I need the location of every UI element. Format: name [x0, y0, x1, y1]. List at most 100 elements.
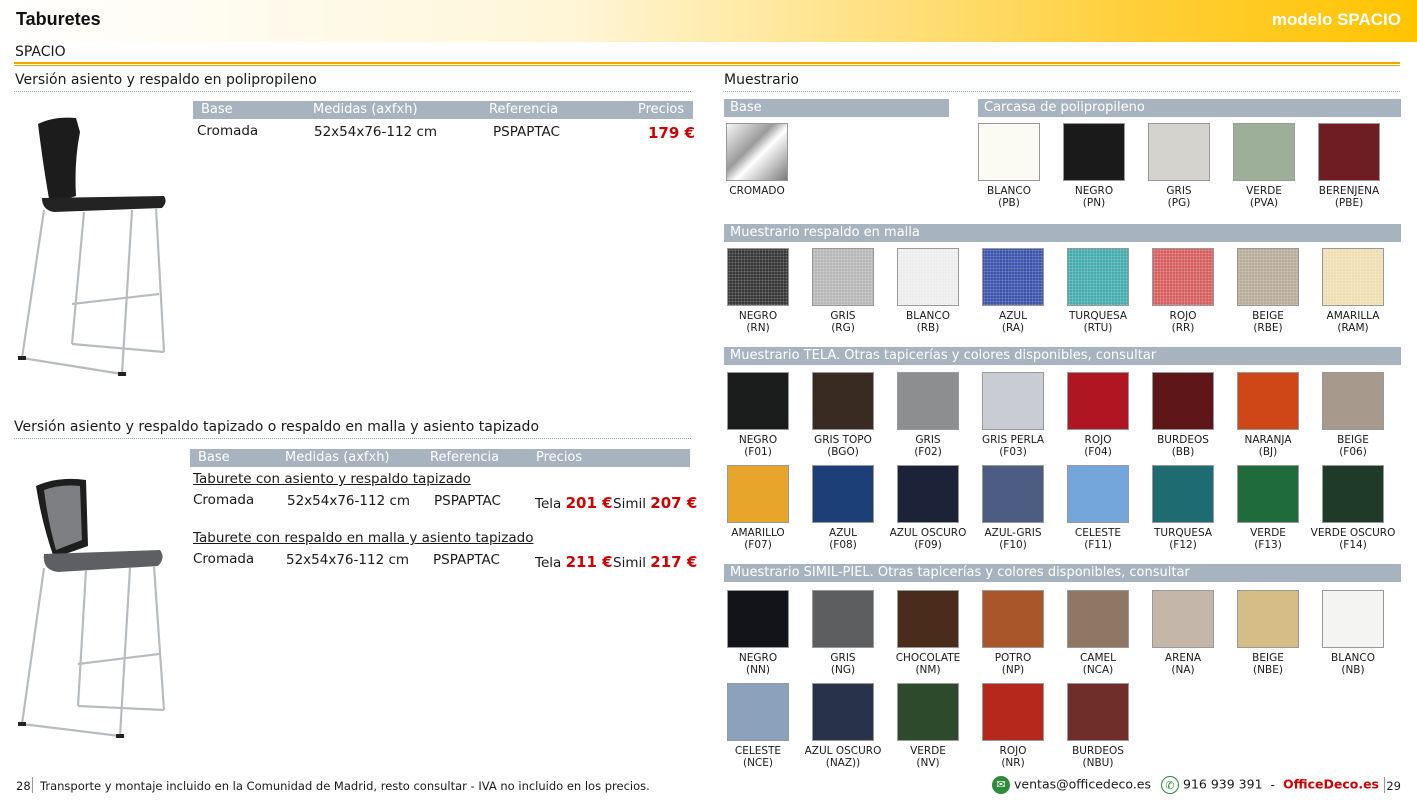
swatch-name: NEGRO	[1074, 185, 1114, 197]
color-swatch	[726, 123, 788, 181]
col-referencia: Referencia	[430, 450, 500, 465]
swatch-label: NEGRO (F01)	[715, 434, 801, 458]
swatch-name: GRIS	[1166, 185, 1192, 197]
swatch-name: AMARILLO	[731, 527, 785, 539]
swatch-name: GRIS	[830, 310, 856, 322]
swatch-name: BURDEOS	[1072, 745, 1124, 757]
swatch-label: BEIGE (RBE)	[1225, 310, 1311, 334]
swatch-carcasa: BERENJENA (PBE)	[1306, 123, 1392, 209]
muestrario-title: Muestrario	[724, 72, 799, 88]
section1-title: Versión asiento y respaldo en polipropil…	[15, 72, 317, 88]
swatch-code: (F04)	[1084, 446, 1112, 458]
swatch-label: VERDE (F13)	[1225, 527, 1311, 551]
swatch-label: BLANCO (PB)	[966, 185, 1052, 209]
swatch-code: (F08)	[829, 539, 857, 551]
s2-group1-simil: Simil 207 €	[613, 494, 697, 512]
swatch-name: BLANCO	[906, 310, 950, 322]
color-swatch	[897, 248, 959, 306]
footer-dash: -	[1270, 776, 1276, 792]
swatch-code: (F07)	[744, 539, 772, 551]
swatch-label: GRIS PERLA (F03)	[970, 434, 1056, 458]
color-swatch	[1152, 590, 1214, 648]
swatch-name: TURQUESA	[1153, 527, 1213, 539]
col-precios: Precios	[638, 102, 685, 117]
swatch-name: VERDE	[1246, 185, 1282, 197]
swatch-name: AZUL	[999, 310, 1027, 322]
swatch-name: AZUL	[829, 527, 857, 539]
color-swatch	[812, 590, 874, 648]
s2-group2-measures: 52x54x76-112 cm	[286, 552, 410, 568]
col-referencia: Referencia	[489, 102, 559, 117]
swatch-malla: NEGRO (RN)	[715, 248, 801, 334]
swatch-malla: AMARILLA (RAM)	[1310, 248, 1396, 334]
section1-table-header: Base Medidas (axfxh) Referencia Precios	[193, 101, 693, 119]
color-swatch	[1322, 590, 1384, 648]
swatch-carcasa: BLANCO (PB)	[966, 123, 1052, 209]
swatch-label: BEIGE (F06)	[1310, 434, 1396, 458]
swatch-code: (NN)	[746, 664, 770, 676]
footer-email[interactable]: ventas@officedeco.es	[1014, 777, 1151, 792]
swatch-name: CAMEL	[1079, 652, 1117, 664]
s2-group1-ref: PSPAPTAC	[434, 493, 501, 509]
swatch-label: TURQUESA (RTU)	[1055, 310, 1141, 334]
swatch-code: (NB)	[1341, 664, 1365, 676]
carcasa-swatch-title: Carcasa de polipropileno	[978, 99, 1401, 117]
s1-measures: 52x54x76-112 cm	[314, 124, 438, 140]
swatch-carcasa: NEGRO (PN)	[1051, 123, 1137, 209]
swatch-label: CELESTE (F11)	[1055, 527, 1141, 551]
footer-note: Transporte y montaje incluido en la Comu…	[40, 779, 650, 793]
color-swatch	[1322, 248, 1384, 306]
swatch-name: CELESTE	[734, 745, 782, 757]
swatch-name: AZUL OSCURO	[804, 745, 882, 757]
swatch-simil: GRIS (NG)	[800, 590, 886, 676]
divider	[723, 91, 1400, 92]
color-swatch	[897, 590, 959, 648]
color-swatch	[1237, 372, 1299, 430]
color-swatch	[982, 465, 1044, 523]
swatch-code: (NBU)	[1082, 757, 1114, 769]
swatch-label: GRIS (PG)	[1136, 185, 1222, 209]
s2-group1-measures: 52x54x76-112 cm	[287, 493, 411, 509]
swatch-name: ARENA	[1164, 652, 1202, 664]
color-swatch	[982, 372, 1044, 430]
footer-brand[interactable]: OfficeDeco.es	[1283, 777, 1379, 792]
color-swatch	[1318, 123, 1380, 181]
footer-phone[interactable]: 916 939 391	[1183, 777, 1263, 792]
swatch-name: VERDE OSCURO	[1310, 527, 1396, 539]
section2-title: Versión asiento y respaldo tapizado o re…	[14, 419, 540, 435]
swatch-code: (BGO)	[827, 446, 859, 458]
col-medidas: Medidas (axfxh)	[285, 450, 390, 465]
swatch-code: (F14)	[1339, 539, 1367, 551]
swatch-simil: BLANCO (NB)	[1310, 590, 1396, 676]
swatch-malla: GRIS (RG)	[800, 248, 886, 334]
swatch-name: GRIS	[830, 652, 856, 664]
swatch-name: CHOCOLATE	[895, 652, 961, 664]
model-title: modelo SPACIO	[1271, 10, 1401, 29]
color-swatch	[727, 590, 789, 648]
swatch-simil: BURDEOS (NBU)	[1055, 683, 1141, 769]
swatch-name: CROMADO	[729, 185, 785, 197]
color-swatch	[812, 683, 874, 741]
swatch-tela: BEIGE (F06)	[1310, 372, 1396, 458]
swatch-name: CELESTE	[1074, 527, 1122, 539]
swatch-label: ROJO (F04)	[1055, 434, 1141, 458]
s2-group2-ref: PSPAPTAC	[433, 552, 500, 568]
swatch-label: BERENJENA (PBE)	[1306, 185, 1392, 209]
divider	[14, 91, 691, 92]
swatch-simil: BEIGE (NBE)	[1225, 590, 1311, 676]
phone-icon: ✆	[1161, 776, 1179, 794]
swatch-code: (BJ)	[1258, 446, 1278, 458]
swatch-code: (NBE)	[1253, 664, 1283, 676]
swatch-label: ROJO (NR)	[970, 745, 1056, 769]
swatch-simil: CELESTE (NCE)	[715, 683, 801, 769]
chair-polypropylene-image	[18, 117, 166, 376]
swatch-label: NARANJA (BJ)	[1225, 434, 1311, 458]
swatch-label: AMARILLO (F07)	[715, 527, 801, 551]
swatch-label: AZUL (F08)	[800, 527, 886, 551]
col-base: Base	[198, 450, 230, 465]
swatch-name: VERDE	[910, 745, 946, 757]
swatch-tela: AMARILLO (F07)	[715, 465, 801, 551]
color-swatch	[1237, 248, 1299, 306]
swatch-name: ROJO	[1084, 434, 1112, 446]
swatch-tela: ROJO (F04)	[1055, 372, 1141, 458]
